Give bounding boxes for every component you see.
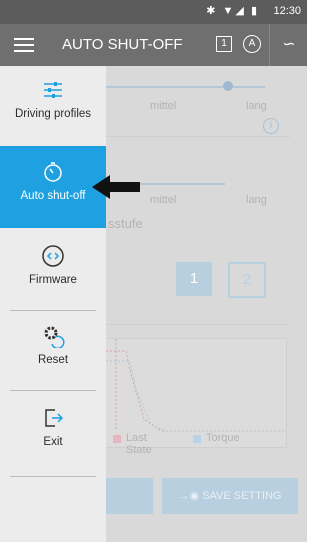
auto-mode-icon[interactable]: A — [243, 35, 261, 53]
drawer-divider — [10, 476, 96, 477]
nav-item-exit[interactable]: Exit — [0, 406, 106, 470]
nav-label: Driving profiles — [14, 108, 92, 120]
nav-label: Auto shut-off — [20, 190, 86, 202]
slider2-label-lang: lang — [246, 194, 267, 206]
code-icon — [42, 245, 64, 267]
profile-1-icon[interactable]: 1 — [216, 36, 232, 52]
legend-torque-label: Torque — [206, 432, 240, 444]
level-section-label: sstufe — [108, 216, 143, 231]
gear-reset-icon — [44, 326, 65, 348]
slider2-label-mittel: mittel — [150, 194, 177, 206]
status-icons: ✱ ▼◢ ▮ — [206, 5, 259, 17]
chart-curves — [106, 339, 286, 432]
nav-item-reset[interactable]: Reset — [0, 324, 106, 388]
drawer-divider — [10, 390, 96, 391]
duration-slider-track[interactable] — [105, 86, 265, 88]
pointer-arrow-icon — [92, 175, 140, 199]
timer-icon — [44, 162, 62, 182]
exit-icon — [45, 409, 64, 427]
slider-label-mittel: mittel — [150, 100, 177, 112]
legend-last-swatch — [113, 435, 121, 443]
save-label: SAVE SETTING — [202, 490, 282, 502]
nav-item-auto-shut-off[interactable]: Auto shut-off — [0, 146, 106, 228]
save-setting-button[interactable]: →◉ SAVE SETTING — [162, 478, 298, 514]
divider — [105, 324, 290, 325]
divider — [105, 136, 290, 137]
legend-torque-swatch — [193, 435, 201, 443]
connection-icon[interactable]: ∽ — [269, 24, 308, 66]
nav-label: Exit — [43, 436, 63, 448]
info-icon[interactable]: i — [263, 118, 279, 134]
duration-slider-knob[interactable] — [223, 81, 233, 91]
level-2-button[interactable]: 2 — [228, 262, 266, 298]
status-bar: ✱ ▼◢ ▮ 12:30 — [0, 0, 307, 24]
nav-label: Firmware — [29, 274, 77, 286]
secondary-button[interactable] — [105, 478, 153, 514]
drawer-divider — [10, 310, 96, 311]
navigation-drawer: Driving profiles Auto shut-off Firmware … — [0, 66, 106, 542]
hamburger-menu-icon[interactable] — [12, 34, 36, 56]
save-icon: →◉ — [178, 490, 200, 502]
slider-label-lang: lang — [246, 100, 267, 112]
app-bar: AUTO SHUT-OFF 1 A ∽ — [0, 24, 307, 66]
sliders-icon — [44, 82, 62, 98]
legend-last-label: Last State — [126, 432, 152, 456]
status-time: 12:30 — [273, 5, 301, 17]
nav-label: Reset — [37, 354, 69, 366]
page-title: AUTO SHUT-OFF — [62, 36, 183, 53]
level-1-button[interactable]: 1 — [176, 262, 212, 296]
nav-item-firmware[interactable]: Firmware — [0, 244, 106, 308]
nav-item-driving-profiles[interactable]: Driving profiles — [0, 78, 106, 142]
